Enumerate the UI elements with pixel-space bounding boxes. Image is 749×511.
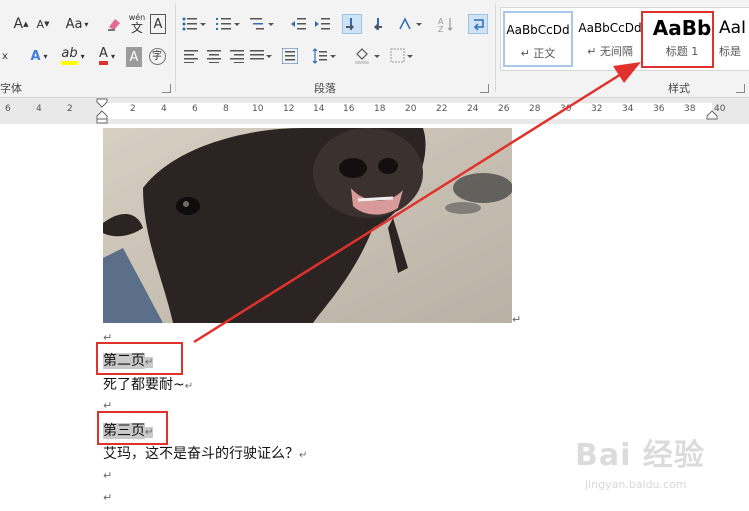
line-spacing-icon[interactable] bbox=[310, 46, 338, 66]
baidu-watermark: Bai 经验 bbox=[575, 438, 705, 473]
baidu-watermark-url: jingyan.baidu.com bbox=[585, 478, 687, 491]
styles-dialog-launcher-icon[interactable] bbox=[736, 84, 745, 93]
ruler-number: 36 bbox=[653, 104, 665, 114]
character-border-button[interactable]: A bbox=[150, 14, 166, 34]
group-divider bbox=[175, 4, 176, 92]
style-heading-2[interactable]: AaI 标是 bbox=[719, 11, 749, 67]
font-dialog-launcher-icon[interactable] bbox=[162, 84, 171, 93]
style-normal-name: ↵ 正文 bbox=[520, 47, 556, 60]
ruler-number: 38 bbox=[684, 104, 696, 114]
character-shading-button[interactable]: A bbox=[126, 47, 142, 67]
paragraph-mark: ↵ bbox=[512, 313, 522, 326]
ruler-number: 2 bbox=[67, 104, 73, 114]
multilevel-list-icon[interactable] bbox=[248, 14, 276, 34]
ruler-number: 34 bbox=[622, 104, 634, 114]
font-grow-button[interactable]: A ▲ bbox=[12, 14, 30, 34]
body-page-three[interactable]: 艾玛，这不是奋斗的行驶证么？↵ bbox=[103, 443, 307, 463]
style-normal[interactable]: AaBbCcDd ↵ 正文 bbox=[503, 11, 573, 67]
style-heading-2-preview: AaI bbox=[719, 18, 747, 38]
align-left-icon[interactable] bbox=[182, 46, 202, 66]
ruler-number: 24 bbox=[467, 104, 479, 114]
ruler-number: 10 bbox=[252, 104, 264, 114]
ruler-number: 12 bbox=[283, 104, 295, 114]
ruler-number: 16 bbox=[343, 104, 355, 114]
svg-text:Z: Z bbox=[438, 25, 444, 32]
shading-bucket-icon[interactable] bbox=[352, 46, 382, 66]
subscript-icon[interactable]: x bbox=[0, 46, 10, 66]
highlight-color-button[interactable]: ab ▾ bbox=[58, 46, 88, 66]
goat-photo bbox=[103, 128, 512, 323]
ruler-number: 30 bbox=[560, 104, 572, 114]
ruler-number: 6 bbox=[192, 104, 198, 114]
change-case-button[interactable]: Aa ▾ bbox=[62, 14, 92, 34]
enclose-characters-button[interactable]: 字 bbox=[148, 46, 166, 66]
body-page-two[interactable]: 死了都要耐~↵ bbox=[103, 374, 193, 394]
ruler-number: 4 bbox=[161, 104, 167, 114]
style-no-spacing[interactable]: AaBbCcDd ↵ 无间隔 bbox=[575, 11, 645, 67]
ruler-number: 22 bbox=[436, 104, 448, 114]
paragraph-mark: ↵ bbox=[103, 491, 113, 504]
asian-layout-icon[interactable] bbox=[396, 14, 424, 34]
ruler-number: 32 bbox=[591, 104, 603, 114]
font-shrink-button[interactable]: A ▼ bbox=[34, 14, 52, 34]
borders-icon[interactable] bbox=[388, 46, 416, 66]
body-page-three-text: 艾玛，这不是奋斗的行驶证么？ bbox=[103, 446, 299, 462]
distributed-icon[interactable] bbox=[280, 46, 300, 66]
increase-indent-icon[interactable] bbox=[312, 14, 332, 34]
ruler-number: 6 bbox=[5, 104, 11, 114]
paragraph-mark: ↵ bbox=[299, 450, 308, 461]
paragraph-mark: ↵ bbox=[184, 381, 194, 392]
paragraph-group-label: 段落 bbox=[314, 82, 336, 95]
numbering-icon[interactable] bbox=[214, 14, 242, 34]
style-heading-2-name: 标是 bbox=[719, 45, 741, 58]
ruler-number: 26 bbox=[498, 104, 510, 114]
text-effects-button[interactable]: A ▾ bbox=[24, 46, 54, 66]
annotation-box-style-heading-1 bbox=[641, 11, 714, 68]
show-hide-marks-icon[interactable] bbox=[468, 14, 488, 34]
decrease-indent-icon[interactable] bbox=[288, 14, 308, 34]
style-no-spacing-preview: AaBbCcDd bbox=[578, 21, 642, 35]
ruler-number: 8 bbox=[223, 104, 229, 114]
justify-icon[interactable] bbox=[248, 46, 274, 66]
left-to-right-icon[interactable] bbox=[342, 14, 362, 34]
paragraph-mark: ↵ bbox=[103, 469, 113, 482]
paragraph-dialog-launcher-icon[interactable] bbox=[480, 84, 489, 93]
ribbon: A ▲ A ▼ Aa ▾ wén 文 A x A ▾ ab ▾ A ▾ A 字 字体 bbox=[0, 0, 749, 98]
annotation-box-heading-two bbox=[96, 342, 183, 375]
ruler-number: 28 bbox=[529, 104, 541, 114]
style-no-spacing-name: ↵ 无间隔 bbox=[587, 45, 633, 58]
ruler-number: 14 bbox=[313, 104, 325, 114]
right-to-left-icon[interactable] bbox=[366, 14, 386, 34]
align-right-icon[interactable] bbox=[226, 46, 246, 66]
ruler-number: 20 bbox=[405, 104, 417, 114]
clear-formatting-icon[interactable] bbox=[104, 14, 124, 34]
body-page-two-text: 死了都要耐~ bbox=[103, 377, 185, 393]
font-group-label: 字体 bbox=[0, 82, 22, 95]
bullets-icon[interactable] bbox=[180, 14, 208, 34]
group-divider bbox=[495, 4, 496, 92]
font-color-button[interactable]: A ▾ bbox=[92, 46, 122, 66]
phonetic-guide-button[interactable]: wén 文 bbox=[128, 10, 146, 38]
first-line-indent-marker-icon[interactable] bbox=[96, 98, 108, 124]
ruler-number: 18 bbox=[374, 104, 386, 114]
sort-icon[interactable]: AZ bbox=[436, 14, 456, 34]
annotation-box-heading-three bbox=[97, 411, 168, 445]
ruler-number: 4 bbox=[36, 104, 42, 114]
styles-group-label: 样式 bbox=[668, 82, 690, 95]
align-center-icon[interactable] bbox=[204, 46, 224, 66]
horizontal-ruler[interactable]: 6 4 2 2 4 6 8 10 12 14 16 18 20 22 24 26 28 30 32 34 36 38 40 bbox=[0, 98, 749, 124]
right-indent-marker-icon[interactable] bbox=[706, 110, 718, 120]
ruler-number: 2 bbox=[130, 104, 136, 114]
style-normal-preview: AaBbCcDd bbox=[506, 23, 570, 37]
